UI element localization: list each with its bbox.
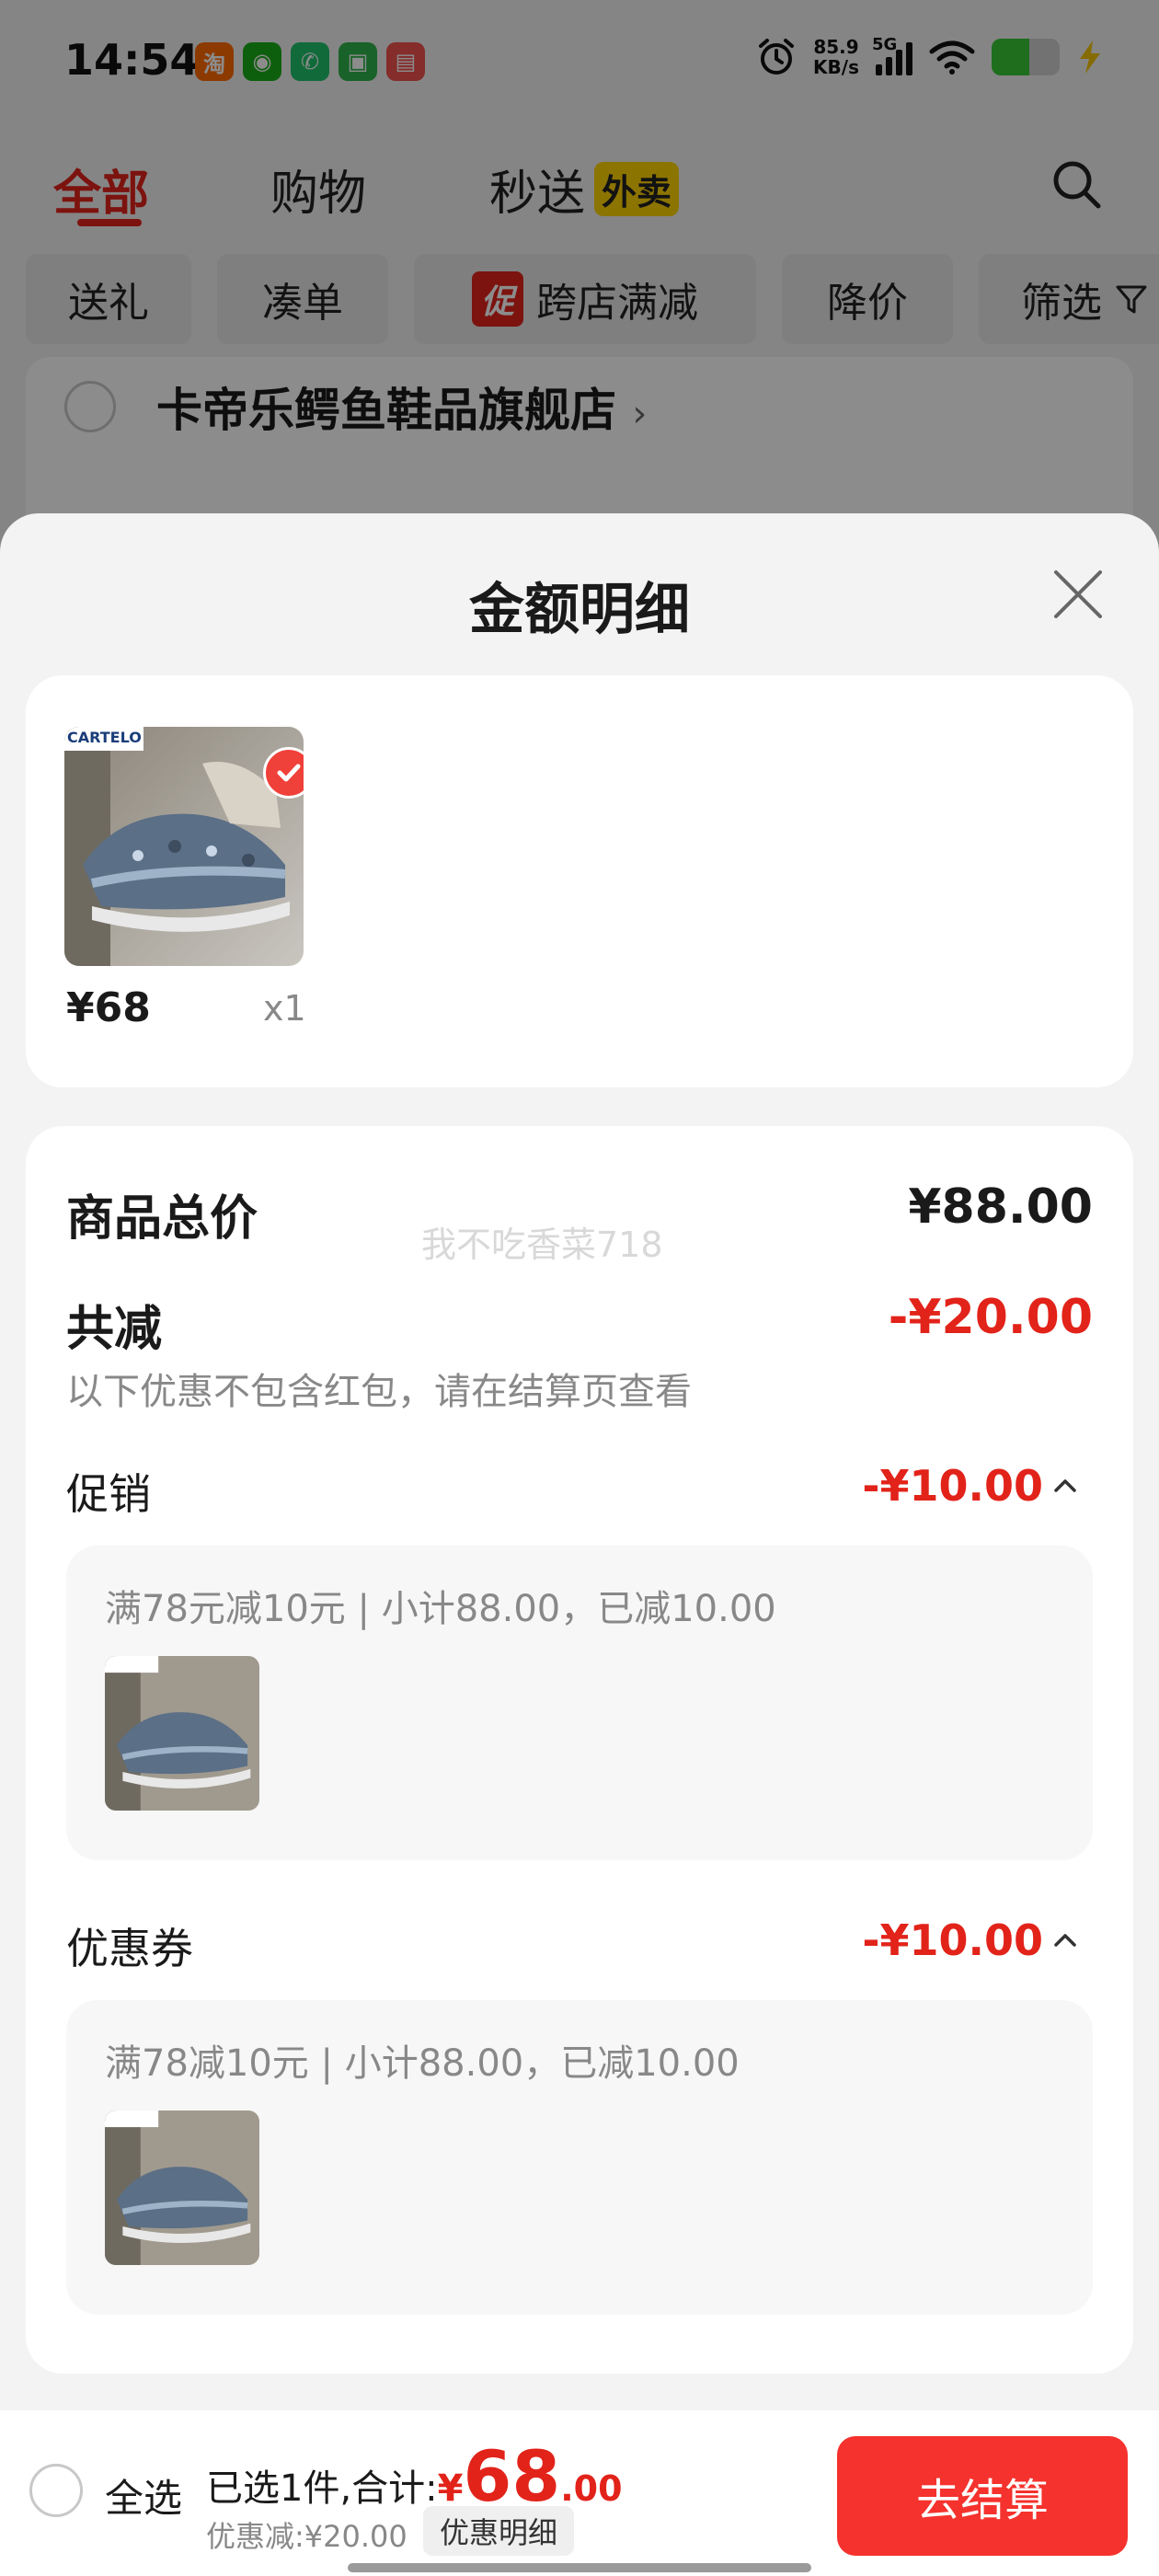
promotion-desc: 满78元减10元 | 小计88.00，已减10.00	[105, 1588, 776, 1630]
item-quantity: x1	[263, 988, 306, 1029]
watermark: 我不吃香菜718	[421, 1225, 663, 1265]
coupon-desc: 满78减10元 | 小计88.00，已减10.00	[105, 2042, 740, 2085]
goods-total-label: 商品总价	[66, 1191, 258, 1247]
promotion-value: -¥10.00	[862, 1461, 1043, 1511]
coupon-detail-box: 满78减10元 | 小计88.00，已减10.00	[66, 2000, 1093, 2315]
home-indicator[interactable]	[348, 2563, 811, 2572]
close-icon[interactable]	[1050, 567, 1106, 622]
total-integer: 68	[463, 2435, 561, 2517]
sneaker-thumb-image	[105, 1656, 259, 1811]
chevron-up-icon	[1054, 1934, 1076, 1947]
coupon-label: 优惠券	[66, 1924, 193, 1973]
total-currency: ¥	[437, 2467, 464, 2510]
sneaker-thumb-image	[105, 2110, 259, 2265]
promotion-detail-box: 满78元减10元 | 小计88.00，已减10.00	[66, 1546, 1093, 1860]
total-reduction-value: -¥20.00	[888, 1290, 1093, 1345]
amount-detail-sheet: 金额明细 CARTELO ¥68 x1 我不吃香菜718 商品总价 ¥88.00…	[0, 513, 1159, 2410]
discount-detail-button[interactable]: 优惠明细	[423, 2506, 575, 2556]
selected-items-card: CARTELO ¥68 x1	[26, 675, 1133, 1087]
checkout-button[interactable]: 去结算	[837, 2436, 1128, 2556]
total-reduction-label: 共减	[66, 1302, 163, 1357]
total-decimal: .00	[560, 2468, 623, 2509]
selected-count-text: 已选1件,合计:	[206, 2467, 438, 2510]
select-all-label[interactable]: 全选	[105, 2467, 182, 2524]
coupon-product-thumb	[105, 2110, 259, 2265]
select-all-radio[interactable]	[29, 2464, 83, 2517]
discount-summary: 优惠减:¥20.00	[206, 2519, 407, 2554]
price-breakdown-card: 我不吃香菜718 商品总价 ¥88.00 共减 -¥20.00 以下优惠不包含红…	[26, 1126, 1133, 2374]
goods-total-value: ¥88.00	[908, 1179, 1093, 1235]
promotion-product-thumb	[105, 1656, 259, 1811]
promotion-label: 促销	[66, 1469, 151, 1519]
chevron-up-icon	[1054, 1479, 1076, 1492]
brand-logo: CARTELO	[67, 729, 142, 746]
red-envelope-note: 以下优惠不包含红包，请在结算页查看	[66, 1371, 692, 1413]
coupon-toggle[interactable]: -¥10.00	[862, 1915, 1078, 1965]
total-summary: 已选1件,合计: ¥ 68 .00	[206, 2442, 623, 2512]
product-image[interactable]: CARTELO	[64, 727, 304, 966]
checkout-bar: 全选 已选1件,合计: ¥ 68 .00 优惠减:¥20.00 优惠明细 去结算	[0, 2410, 1159, 2576]
promotion-toggle[interactable]: -¥10.00	[862, 1461, 1078, 1511]
item-price: ¥68	[66, 984, 151, 1031]
sheet-title: 金额明细	[469, 578, 690, 642]
coupon-value: -¥10.00	[862, 1915, 1043, 1965]
